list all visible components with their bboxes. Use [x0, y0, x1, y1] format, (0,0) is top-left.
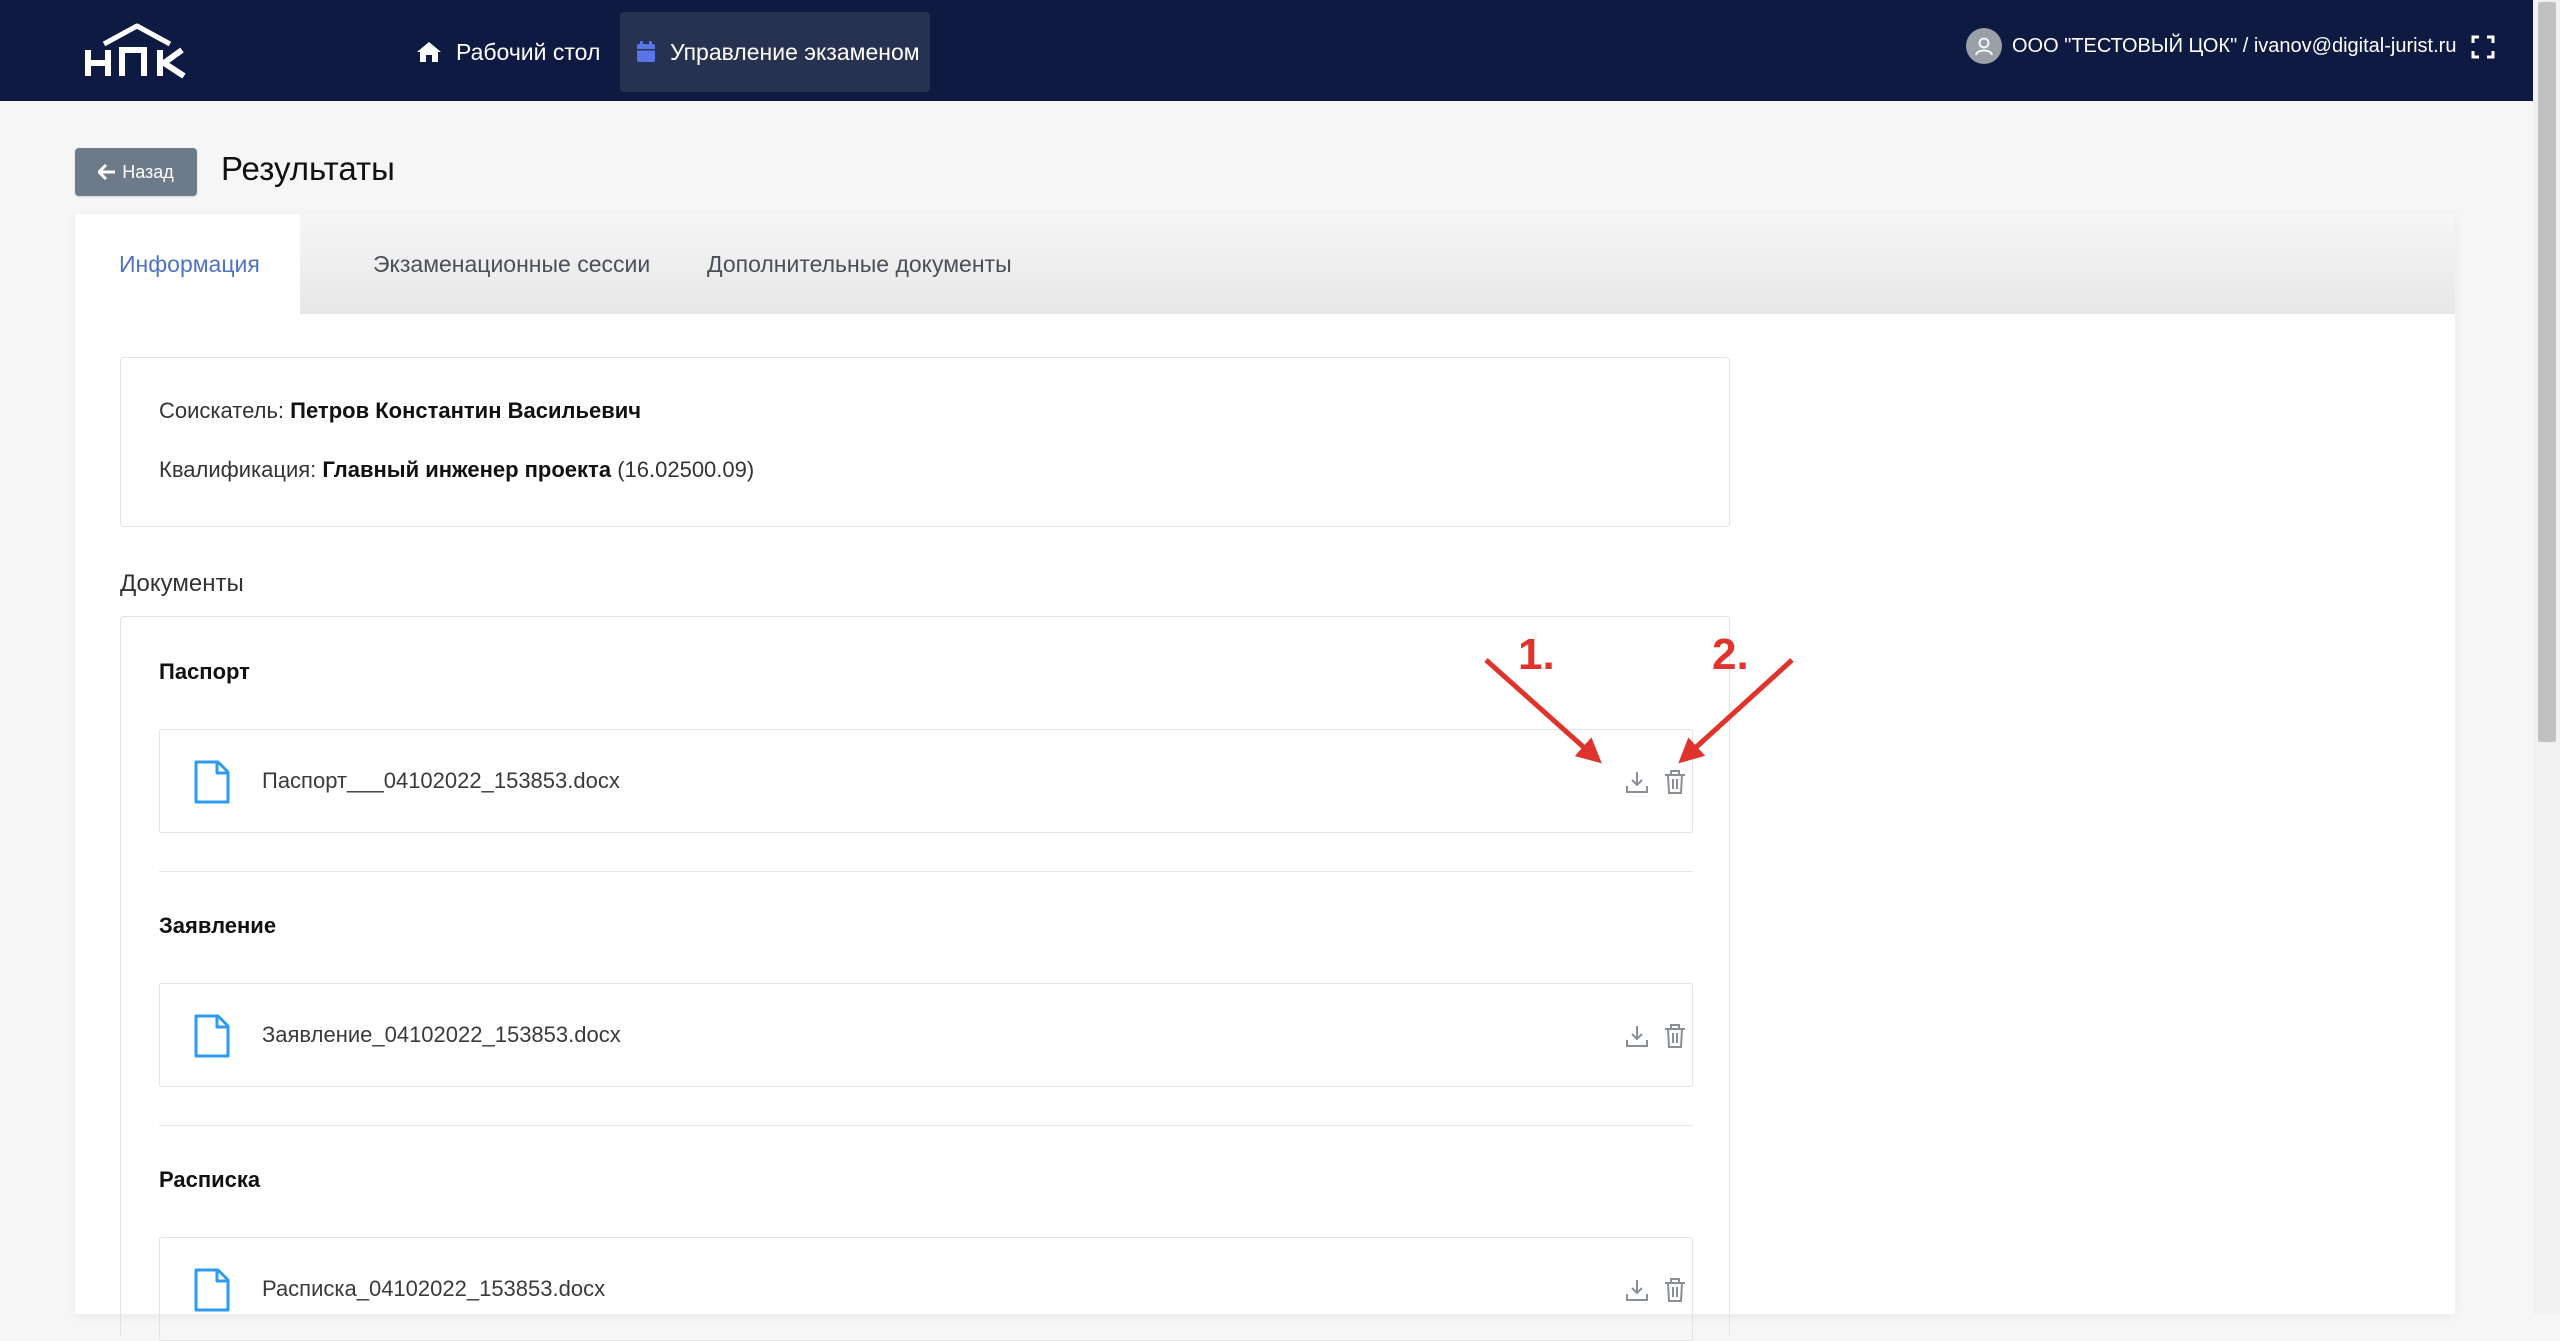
fullscreen-icon[interactable] — [2470, 34, 2496, 60]
section-divider — [159, 1125, 1693, 1126]
file-icon — [194, 760, 230, 804]
file-name[interactable]: Расписка_04102022_153853.docx — [262, 1276, 605, 1302]
annotation-label-1: 1. — [1518, 630, 1555, 679]
download-icon[interactable] — [1624, 768, 1650, 796]
file-icon — [194, 1268, 230, 1312]
calendar-icon — [637, 41, 655, 62]
page-title: Результаты — [221, 150, 395, 187]
documents-heading: Документы — [120, 570, 244, 597]
user-menu[interactable]: ООО "ТЕСТОВЫЙ ЦОК" / ivanov@digital-juri… — [1966, 26, 2456, 66]
tab-additional-documents[interactable]: Дополнительные документы — [707, 214, 1012, 314]
section-divider — [159, 871, 1693, 872]
nav-exam-label: Управление экзаменом — [670, 38, 920, 65]
file-name[interactable]: Заявление_04102022_153853.docx — [262, 1022, 621, 1048]
nav-home-link[interactable]: Рабочий стол — [416, 12, 600, 92]
back-button[interactable]: Назад — [75, 148, 197, 196]
qualification-line: Квалификация: Главный инженер проекта (1… — [159, 457, 754, 483]
qualification-label: Квалификация: — [159, 457, 317, 482]
download-icon[interactable] — [1624, 1022, 1650, 1050]
applicant-label: Соискатель: — [159, 398, 285, 423]
user-label: ООО "ТЕСТОВЫЙ ЦОК" / ivanov@digital-juri… — [2012, 34, 2457, 57]
user-avatar-icon — [1966, 28, 2002, 64]
main-card: Информация Экзаменационные сессии Дополн… — [75, 214, 2455, 1341]
tabs-bar: Информация Экзаменационные сессии Дополн… — [75, 214, 2455, 314]
nav-exam-management-link[interactable]: Управление экзаменом — [620, 12, 930, 92]
back-button-label: Назад — [122, 161, 174, 182]
scrollbar-thumb[interactable] — [2538, 2, 2556, 742]
applicant-value: Петров Константин Васильевич — [290, 398, 642, 423]
file-row-passport: Паспорт___04102022_153853.docx — [159, 729, 1693, 833]
doc-section-title-passport: Паспорт — [159, 659, 250, 684]
applicant-info-box: Соискатель: Петров Константин Васильевич… — [120, 357, 1730, 527]
file-icon — [194, 1014, 230, 1058]
file-name[interactable]: Паспорт___04102022_153853.docx — [262, 768, 620, 794]
arrow-left-icon — [98, 164, 116, 180]
tab-information[interactable]: Информация — [75, 214, 300, 314]
trash-icon[interactable] — [1662, 1022, 1688, 1050]
home-icon — [417, 42, 441, 62]
top-navbar: Рабочий стол Управление экзаменом ООО "Т… — [0, 0, 2533, 101]
trash-icon[interactable] — [1662, 1276, 1688, 1304]
file-row-application: Заявление_04102022_153853.docx — [159, 983, 1693, 1087]
qualification-value: Главный инженер проекта — [322, 457, 612, 482]
documents-box: Паспорт Паспорт___04102022_153853.docx З… — [120, 616, 1730, 1341]
doc-section-title-receipt: Расписка — [159, 1167, 261, 1192]
file-row-receipt: Расписка_04102022_153853.docx — [159, 1237, 1693, 1341]
logo-icon[interactable] — [82, 20, 192, 80]
nav-home-label: Рабочий стол — [456, 38, 601, 65]
doc-section-title-application: Заявление — [159, 913, 277, 938]
qualification-code: (16.02500.09) — [617, 457, 755, 482]
trash-icon[interactable] — [1662, 768, 1688, 796]
annotation-label-2: 2. — [1712, 630, 1749, 679]
applicant-line: Соискатель: Петров Константин Васильевич — [159, 398, 641, 424]
tab-exam-sessions[interactable]: Экзаменационные сессии — [373, 214, 650, 314]
download-icon[interactable] — [1624, 1276, 1650, 1304]
